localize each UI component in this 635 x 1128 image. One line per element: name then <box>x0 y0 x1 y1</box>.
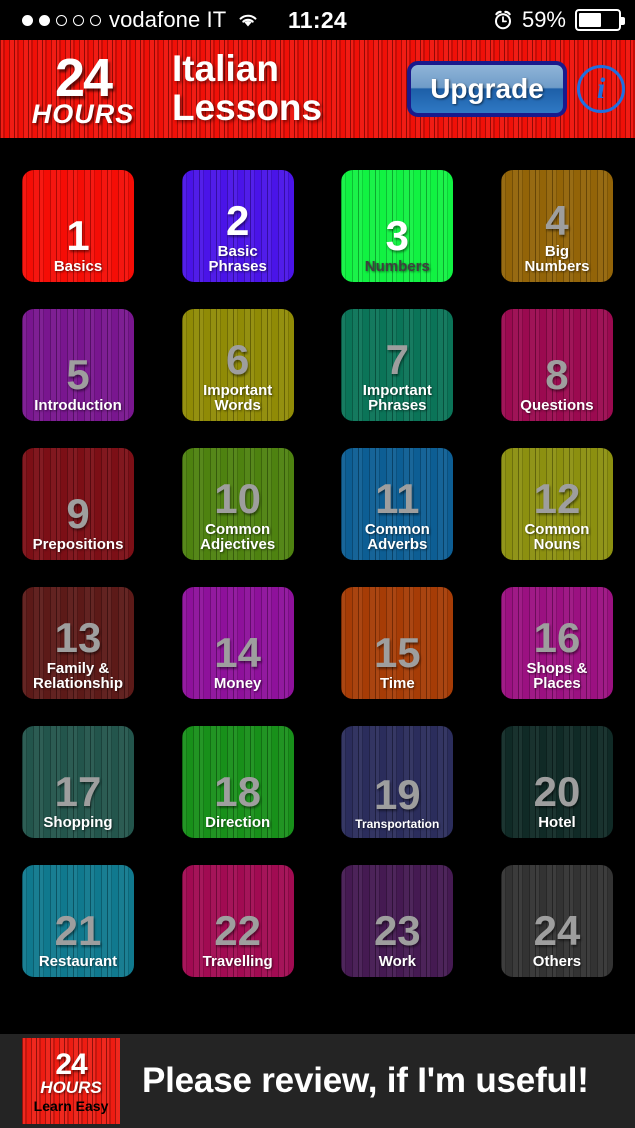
lesson-tile-number: 22 <box>214 907 262 955</box>
lesson-tile[interactable]: 19 Transportation <box>341 726 454 838</box>
lesson-tile-number: 12 <box>533 474 581 522</box>
alarm-clock-icon <box>493 10 513 30</box>
lesson-tile-label: Prepositions <box>32 536 124 554</box>
battery-percent-label: 59% <box>521 7 566 32</box>
lesson-tile[interactable]: 8 Questions <box>500 309 613 421</box>
lesson-tile[interactable]: 14 Money <box>181 587 294 699</box>
lesson-tile-number: 2 <box>225 196 250 244</box>
lesson-tile[interactable]: 18 Direction <box>181 726 294 838</box>
lesson-tile-label: Questions <box>520 397 594 415</box>
lesson-tile-number: 20 <box>533 768 581 816</box>
lesson-tile-number: 6 <box>225 335 250 383</box>
banner-logo-hours-label: HOURS <box>40 1077 102 1097</box>
lesson-tile-number: 21 <box>54 907 102 955</box>
lesson-tile-label: Basic Phrases <box>208 242 267 276</box>
page-title: Italian Lessons <box>172 48 323 128</box>
app-logo: 24 HOURS <box>8 51 158 128</box>
lesson-tile[interactable]: 4 Big Numbers <box>500 170 613 282</box>
lesson-tile-label: Time <box>379 675 415 693</box>
lesson-tile-number: 16 <box>533 613 581 661</box>
lesson-tile[interactable]: 9 Prepositions <box>22 448 134 560</box>
lesson-tile[interactable]: 5 Introduction <box>22 309 134 421</box>
lesson-tile-label: Hotel <box>538 814 576 832</box>
logo-number: 24 <box>54 47 113 108</box>
battery-icon <box>575 9 625 31</box>
lesson-tile-label: Shopping <box>43 814 113 832</box>
lesson-tile-label: Restaurant <box>38 953 118 971</box>
lesson-tile-number: 10 <box>214 474 262 522</box>
lesson-tile-label: Travelling <box>202 953 273 971</box>
lesson-tile-number: 24 <box>533 907 581 955</box>
lesson-tile-label: Shops & Places <box>526 659 588 693</box>
lesson-tile[interactable]: 21 Restaurant <box>22 865 134 977</box>
lesson-tile[interactable]: 20 Hotel <box>500 726 613 838</box>
status-bar: vodafone IT 11:24 59% <box>0 0 635 40</box>
lesson-tile-number: 7 <box>385 335 409 383</box>
lesson-tile-label: Work <box>378 953 416 971</box>
lesson-tile-number: 18 <box>214 768 262 816</box>
lesson-tile[interactable]: 23 Work <box>341 865 454 977</box>
lesson-tile[interactable]: 1 Basics <box>22 170 134 282</box>
lesson-tile[interactable]: 16 Shops & Places <box>500 587 613 699</box>
lesson-tile-number: 19 <box>373 771 421 819</box>
lesson-tile[interactable]: 12 Common Nouns <box>500 448 613 560</box>
banner-logo: 24 HOURS Learn Easy <box>22 1038 120 1124</box>
lesson-tile-number: 17 <box>54 768 102 816</box>
page-title-line1: Italian <box>172 48 279 90</box>
lesson-tile-label: Numbers <box>364 258 430 276</box>
lesson-tile-number: 8 <box>545 351 569 399</box>
lesson-tile-number: 9 <box>66 490 90 538</box>
info-icon[interactable]: i <box>577 65 625 113</box>
lesson-tile-label: Money <box>213 675 262 693</box>
lesson-tile-number: 3 <box>385 212 409 260</box>
lesson-tile-number: 4 <box>545 196 569 244</box>
lesson-tile-label: Family & Relationship <box>32 659 123 693</box>
page-title-line2: Lessons <box>172 87 323 128</box>
lesson-tile[interactable]: 15 Time <box>341 587 454 699</box>
banner-logo-tagline: Learn Easy <box>33 1097 109 1114</box>
lesson-tile-label: Common Nouns <box>524 520 590 554</box>
lesson-tile-label: Big Numbers <box>524 242 590 276</box>
logo-hours-label: HOURS <box>31 98 135 129</box>
lesson-tile-number: 11 <box>375 474 420 522</box>
lesson-tile[interactable]: 11 Common Adverbs <box>341 448 454 560</box>
lesson-tile-number: 14 <box>214 629 262 677</box>
lesson-tile-number: 23 <box>373 907 421 955</box>
lesson-tile-label: Important Words <box>203 381 273 415</box>
lesson-grid: 1 Basics 2 Basic Phrases 3 Numbers 4 Big Numbers 5… <box>0 138 635 977</box>
lesson-tile[interactable]: 2 Basic Phrases <box>181 170 294 282</box>
lesson-tile[interactable]: 24 Others <box>500 865 613 977</box>
lesson-tile-label: Important Phrases <box>362 381 432 415</box>
lesson-tile[interactable]: 10 Common Adjectives <box>181 448 294 560</box>
status-bar-right: 59% <box>493 7 635 33</box>
lesson-tile-label: Common Adverbs <box>364 520 430 554</box>
lesson-tile-number: 5 <box>66 351 90 399</box>
lesson-tile-label: Transportation <box>355 817 440 832</box>
lesson-tile-number: 1 <box>66 212 90 260</box>
lesson-tile[interactable]: 6 Important Words <box>181 309 294 421</box>
lesson-tile[interactable]: 22 Travelling <box>181 865 294 977</box>
banner-message: Please review, if I'm useful! <box>142 1061 589 1100</box>
lesson-tile-label: Others <box>532 953 582 971</box>
lesson-tile[interactable]: 7 Important Phrases <box>341 309 454 421</box>
lesson-tile-label: Introduction <box>34 397 122 415</box>
lesson-tile-number: 13 <box>54 613 102 661</box>
app-header: 24 HOURS Italian Lessons Upgrade i <box>0 40 635 138</box>
lesson-tile[interactable]: 17 Shopping <box>22 726 134 838</box>
review-banner[interactable]: 24 HOURS Learn Easy Please review, if I'… <box>0 1032 635 1128</box>
lesson-tile-label: Basics <box>53 258 103 276</box>
lesson-tile[interactable]: 3 Numbers <box>341 170 454 282</box>
lesson-tile[interactable]: 13 Family & Relationship <box>22 587 134 699</box>
lesson-tile-label: Direction <box>205 814 271 832</box>
upgrade-button[interactable]: Upgrade <box>407 61 567 117</box>
lesson-tile-label: Common Adjectives <box>200 520 276 554</box>
header-actions: Upgrade i <box>407 61 635 117</box>
lesson-tile-number: 15 <box>373 629 421 677</box>
banner-logo-number: 24 <box>55 1047 87 1081</box>
